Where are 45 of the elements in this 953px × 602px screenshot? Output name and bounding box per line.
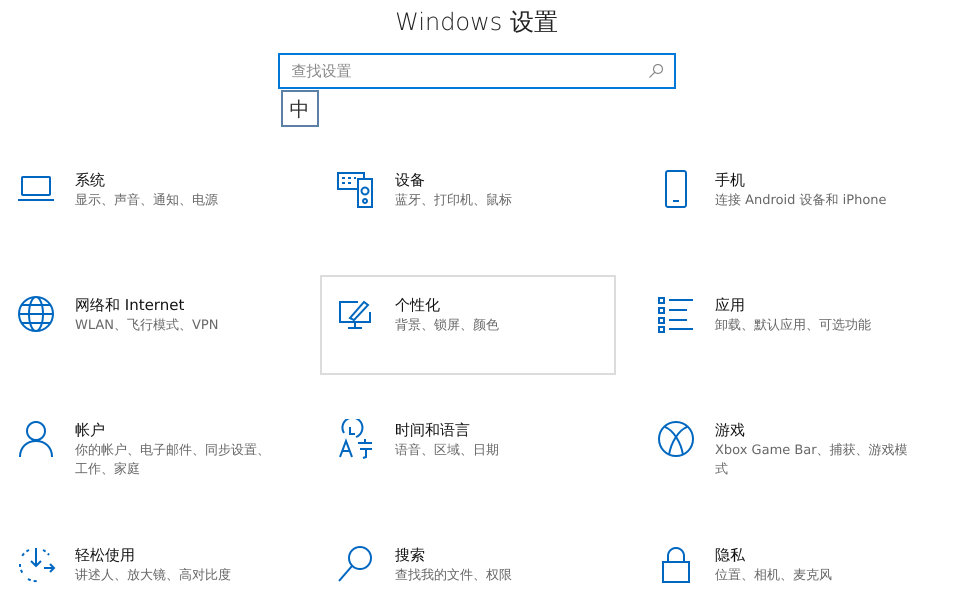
- category-title: 手机: [715, 170, 746, 191]
- category-title: 搜索: [395, 545, 426, 566]
- category-description: 显示、声音、通知、电源: [75, 192, 219, 210]
- list-icon: [656, 294, 696, 334]
- category-link[interactable]: 隐私 位置、相机、麦克风: [640, 525, 936, 599]
- category-link[interactable]: 应用 卸载、默认应用、可选功能: [640, 275, 936, 375]
- category-description: 卸载、默认应用、可选功能: [715, 317, 872, 335]
- globe-icon: [16, 294, 56, 334]
- category-link[interactable]: 时间和语言 语音、区域、日期: [320, 400, 616, 500]
- category-description: 背景、锁屏、颜色: [395, 317, 500, 335]
- category-title: 游戏: [715, 420, 746, 441]
- category-description: 位置、相机、麦克风: [715, 567, 833, 585]
- category-link[interactable]: 系统 显示、声音、通知、电源: [0, 150, 296, 250]
- category-link[interactable]: 手机 连接 Android 设备和 iPhone: [640, 150, 936, 250]
- category-description: 语音、区域、日期: [395, 442, 500, 460]
- category-title: 时间和语言: [395, 420, 471, 441]
- category-link[interactable]: 搜索 查找我的文件、权限: [320, 525, 616, 599]
- window-title: Windows 设置: [395, 7, 558, 38]
- category-title: 设备: [395, 170, 426, 191]
- category-title: 隐私: [715, 545, 746, 566]
- category-title: 网络和 Internet: [75, 295, 186, 316]
- category-description: 讲述人、放大镜、高对比度: [75, 567, 232, 585]
- category-description: 查找我的文件、权限: [395, 567, 513, 585]
- category-description: Xbox Game Bar、捕获、游戏模式: [715, 442, 909, 479]
- category-link[interactable]: 轻松使用 讲述人、放大镜、高对比度: [0, 525, 296, 599]
- keyboard-speaker-icon: [336, 169, 376, 209]
- category-title: 轻松使用: [75, 545, 136, 566]
- category-description: WLAN、飞行模式、VPN: [75, 317, 220, 335]
- category-tile[interactable]: 个性化 背景、锁屏、颜色: [320, 275, 616, 375]
- xbox-icon: [656, 419, 696, 459]
- search-icon: [648, 63, 664, 79]
- category-link[interactable]: 设备 蓝牙、打印机、鼠标: [320, 150, 616, 250]
- category-title: 帐户: [75, 420, 106, 441]
- category-title: 系统: [75, 170, 106, 191]
- search-field[interactable]: 查找设置: [278, 53, 676, 89]
- category-title: 应用: [715, 295, 746, 316]
- category-title: 个性化: [395, 295, 441, 316]
- person-icon: [16, 419, 56, 459]
- category-description: 蓝牙、打印机、鼠标: [395, 192, 513, 210]
- category-description: 连接 Android 设备和 iPhone: [715, 192, 888, 210]
- category-link[interactable]: 网络和 Internet WLAN、飞行模式、VPN: [0, 275, 296, 375]
- category-link[interactable]: 帐户 你的帐户、电子邮件、同步设置、工作、家庭: [0, 400, 296, 500]
- category-link[interactable]: 游戏 Xbox Game Bar、捕获、游戏模式: [640, 400, 936, 500]
- category-description: 你的帐户、电子邮件、同步设置、工作、家庭: [75, 442, 271, 479]
- ime-indicator: 中: [280, 90, 318, 127]
